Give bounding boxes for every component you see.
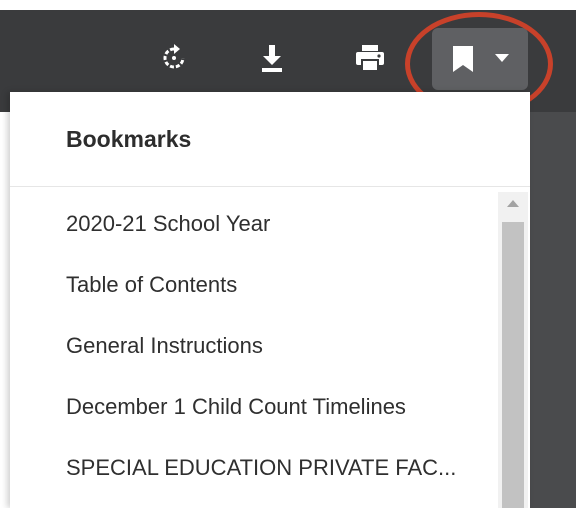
- bookmark-icon: [452, 45, 474, 73]
- scrollbar[interactable]: [498, 192, 528, 508]
- bookmarks-list: 2020-21 School Year Table of Contents Ge…: [10, 187, 500, 498]
- rotate-icon: [159, 43, 189, 73]
- rotate-button[interactable]: [152, 36, 196, 80]
- download-icon: [259, 43, 285, 73]
- bookmark-item[interactable]: 2020-21 School Year: [10, 193, 500, 254]
- chevron-down-icon: [495, 54, 509, 62]
- bookmark-item[interactable]: General Instructions: [10, 315, 500, 376]
- scrollbar-thumb[interactable]: [502, 222, 524, 508]
- scroll-up-arrow-icon[interactable]: [507, 200, 519, 207]
- bookmark-item[interactable]: SPECIAL EDUCATION PRIVATE FAC...: [10, 437, 500, 498]
- download-button[interactable]: [250, 36, 294, 80]
- print-button[interactable]: [346, 36, 394, 80]
- bookmarks-panel: Bookmarks 2020-21 School Year Table of C…: [10, 92, 530, 508]
- bookmarks-panel-header: Bookmarks: [10, 92, 530, 187]
- bookmarks-button[interactable]: [432, 28, 528, 90]
- document-background: [530, 112, 576, 508]
- print-icon: [354, 43, 386, 73]
- top-strip: [0, 0, 576, 10]
- bookmark-item[interactable]: Table of Contents: [10, 254, 500, 315]
- bookmarks-panel-title: Bookmarks: [66, 126, 192, 152]
- bookmark-item[interactable]: December 1 Child Count Timelines: [10, 376, 500, 437]
